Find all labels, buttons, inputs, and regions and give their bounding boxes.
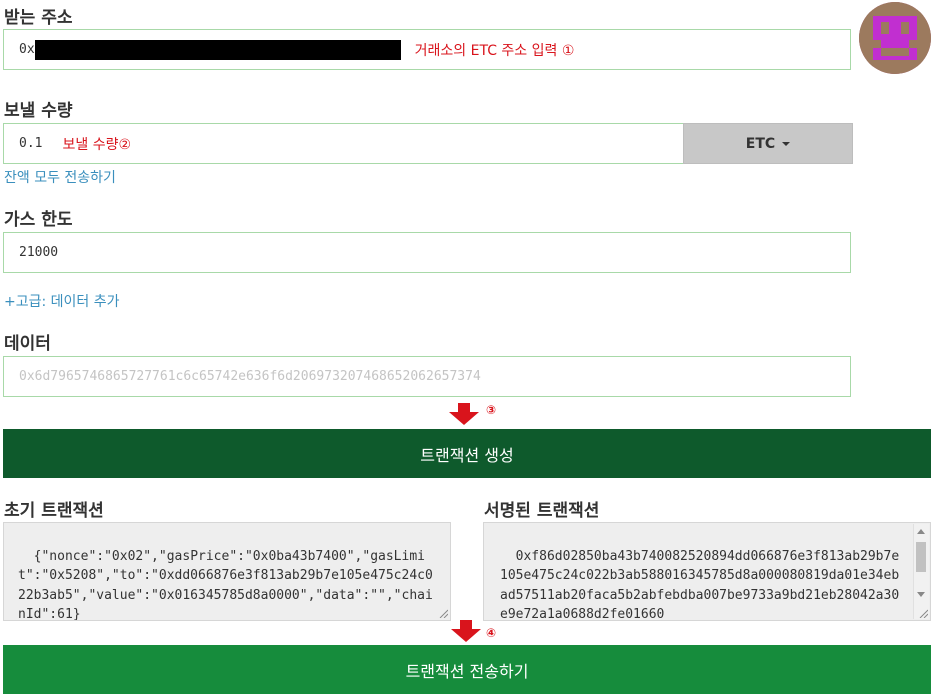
data-input[interactable]: 0x6d7965746865727761c6c65742e636f6d20697… xyxy=(3,356,851,397)
identicon-avatar xyxy=(859,2,931,74)
amount-label: 보낼 수량 xyxy=(4,101,73,121)
amount-input[interactable]: 0.1 보낼 수량② xyxy=(3,123,684,164)
scroll-down-icon[interactable] xyxy=(917,592,925,597)
red-down-arrow-icon xyxy=(450,619,482,647)
gas-limit-input[interactable]: 21000 xyxy=(3,232,851,273)
redacted-address xyxy=(34,39,401,60)
caret-down-icon xyxy=(782,141,791,146)
scroll-up-icon[interactable] xyxy=(917,529,925,534)
raw-transaction-text: {"nonce":"0x02","gasPrice":"0x0ba43b7400… xyxy=(18,548,433,621)
recipient-address-input[interactable]: 0x 거래소의 ETC 주소 입력 ① xyxy=(3,29,851,70)
generate-transaction-button[interactable]: 트랜잭션 생성 xyxy=(3,429,931,478)
raw-transaction-textarea[interactable]: {"nonce":"0x02","gasPrice":"0x0ba43b7400… xyxy=(3,522,451,621)
signed-transaction-textarea[interactable]: 0xf86d02850ba43b740082520894dd066876e3f8… xyxy=(483,522,931,621)
raw-transaction-label: 초기 트랜잭션 xyxy=(4,501,104,521)
data-placeholder: 0x6d7965746865727761c6c65742e636f6d20697… xyxy=(19,369,481,384)
unit-label: ETC xyxy=(745,135,776,152)
send-all-balance-link[interactable]: 잔액 모두 전송하기 xyxy=(4,167,116,187)
recipient-address-prefix: 0x xyxy=(19,42,35,57)
send-transaction-button[interactable]: 트랜잭션 전송하기 xyxy=(3,645,931,694)
data-label: 데이터 xyxy=(4,334,51,354)
amount-value: 0.1 xyxy=(19,136,43,151)
step-3-marker: ③ xyxy=(486,403,497,417)
gas-limit-value: 21000 xyxy=(19,245,59,260)
advanced-add-data-link[interactable]: +고급: 데이터 추가 xyxy=(4,291,120,311)
scroll-thumb[interactable] xyxy=(916,542,926,572)
recipient-label: 받는 주소 xyxy=(4,8,73,28)
red-down-arrow-icon xyxy=(448,402,480,430)
signed-transaction-label: 서명된 트랜잭션 xyxy=(484,501,600,521)
resize-handle-icon[interactable] xyxy=(438,608,448,618)
resize-handle-icon[interactable] xyxy=(918,608,928,618)
amount-annotation: 보낼 수량② xyxy=(62,136,132,153)
step-4-marker: ④ xyxy=(486,626,497,640)
recipient-annotation: 거래소의 ETC 주소 입력 ① xyxy=(414,42,575,59)
gas-limit-label: 가스 한도 xyxy=(4,210,73,230)
signed-transaction-text: 0xf86d02850ba43b740082520894dd066876e3f8… xyxy=(500,548,900,621)
signed-transaction-scrollbar[interactable] xyxy=(913,524,929,619)
unit-dropdown[interactable]: ETC xyxy=(683,123,853,164)
